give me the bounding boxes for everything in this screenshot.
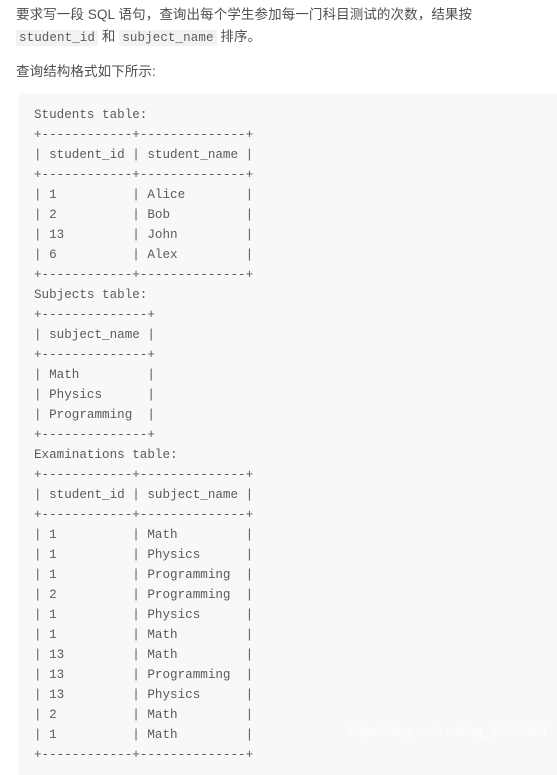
code-line: +--------------+ xyxy=(34,348,155,362)
code-line: +------------+--------------+ xyxy=(34,168,254,182)
code-line: Students table: xyxy=(34,108,148,122)
prose-section: 要求写一段 SQL 语句，查询出每个学生参加每一门科目测试的次数，结果按 stu… xyxy=(0,0,557,93)
lead-paragraph: 查询结构格式如下所示: xyxy=(16,64,156,79)
page-root: 要求写一段 SQL 语句，查询出每个学生参加每一门科目测试的次数，结果按 stu… xyxy=(0,0,557,775)
code-line: +------------+--------------+ xyxy=(34,128,254,142)
code-line: +------------+--------------+ xyxy=(34,468,254,482)
code-line: +------------+--------------+ xyxy=(34,268,254,282)
code-line: | 2 | Bob | xyxy=(34,208,254,222)
code-line: | Programming | xyxy=(34,408,155,422)
inline-code-subject-name: subject_name xyxy=(119,30,217,46)
code-line: | 1 | Programming | xyxy=(34,568,254,582)
question-paragraph: 要求写一段 SQL 语句，查询出每个学生参加每一门科目测试的次数，结果按 stu… xyxy=(16,0,541,49)
code-line: | 1 | Math | xyxy=(34,528,254,542)
code-line: | subject_name | xyxy=(34,328,155,342)
code-line: +------------+--------------+ xyxy=(34,748,254,762)
code-line: +--------------+ xyxy=(34,308,155,322)
code-line: Examinations table: xyxy=(34,448,178,462)
code-line: | 1 | Math | xyxy=(34,728,254,742)
code-line: | 6 | Alex | xyxy=(34,248,254,262)
code-line: | 1 | Math | xyxy=(34,628,254,642)
code-line: | 1 | Alice | xyxy=(34,188,254,202)
code-line: | student_id | student_name | xyxy=(34,148,254,162)
code-line: +------------+--------------+ xyxy=(34,508,254,522)
question-text-part-2: 和 xyxy=(98,29,116,44)
code-line: | 13 | Math | xyxy=(34,648,254,662)
code-line: | 1 | Physics | xyxy=(34,548,254,562)
code-line: | Physics | xyxy=(34,388,155,402)
code-line: | 13 | Programming | xyxy=(34,668,254,682)
inline-code-student-id: student_id xyxy=(16,30,99,46)
code-line: | 13 | John | xyxy=(34,228,254,242)
question-text-part-1: 要求写一段 SQL 语句，查询出每个学生参加每一门科目测试的次数，结果按 xyxy=(16,7,473,22)
code-line: | student_id | subject_name | xyxy=(34,488,254,502)
question-text-part-3: 排序。 xyxy=(216,29,262,44)
code-line: | 13 | Physics | xyxy=(34,688,254,702)
code-block-content: Students table: +------------+-----------… xyxy=(34,105,557,765)
code-line: | 2 | Programming | xyxy=(34,588,254,602)
code-line: +--------------+ xyxy=(34,428,155,442)
code-line: | Math | xyxy=(34,368,155,382)
code-block: Students table: +------------+-----------… xyxy=(18,93,557,775)
code-line: | 2 | Math | xyxy=(34,708,254,722)
code-line: | 1 | Physics | xyxy=(34,608,254,622)
code-line: Subjects table: xyxy=(34,288,148,302)
